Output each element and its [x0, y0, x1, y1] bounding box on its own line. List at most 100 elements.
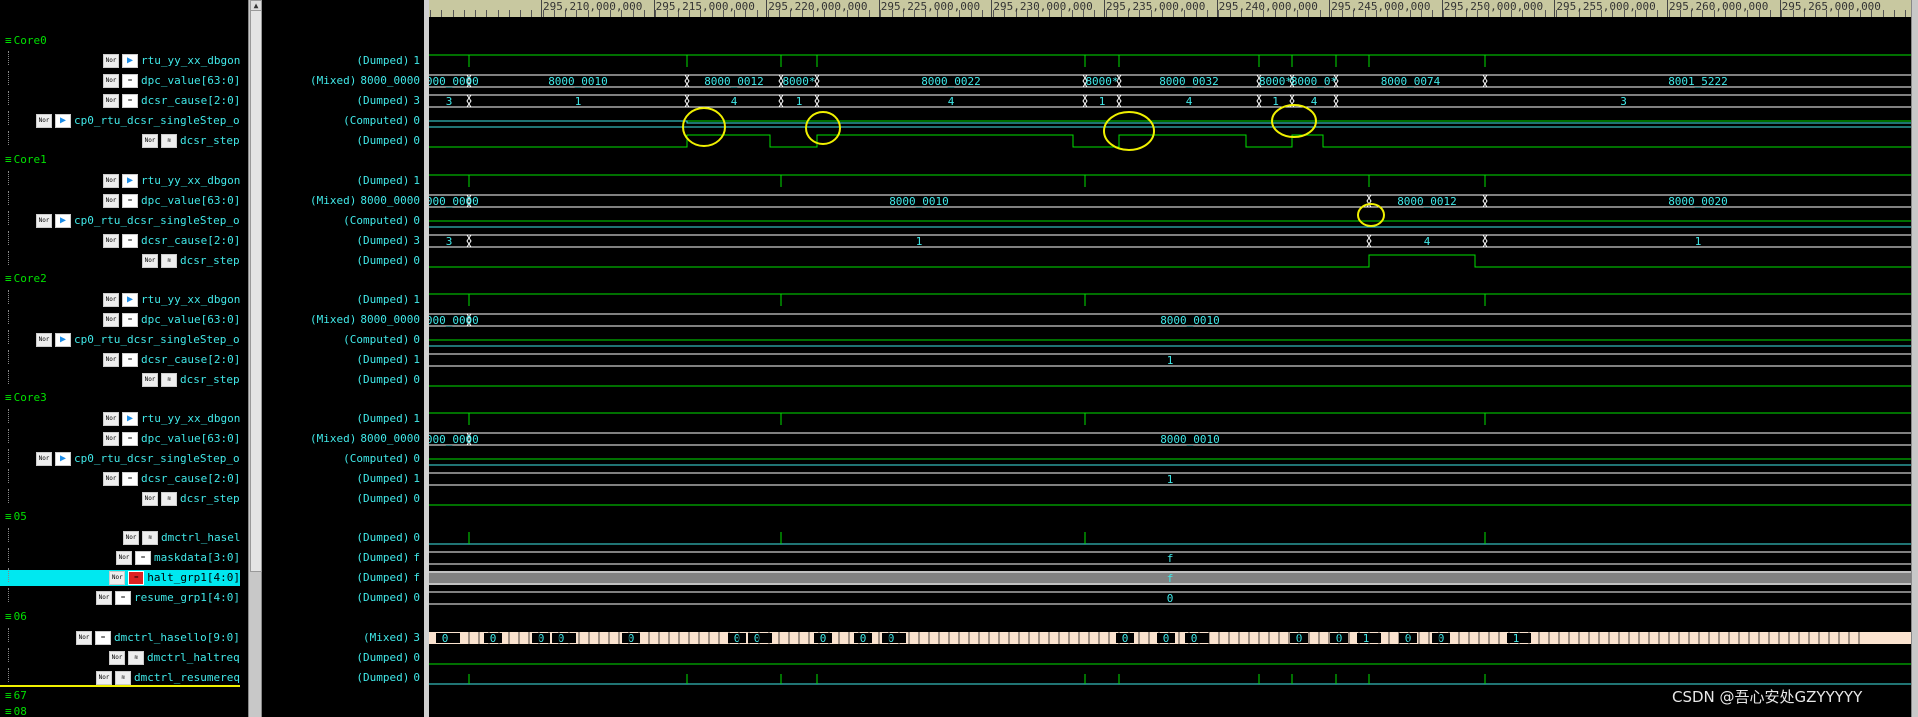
- hasello-value: 0: [1405, 632, 1412, 645]
- value-kind: (Dumped): [356, 551, 410, 564]
- bus-value-label: 1: [1695, 235, 1702, 248]
- bus-value-label: 8000_0010: [1160, 433, 1220, 446]
- bus-value-label: 8000_0000: [429, 314, 479, 327]
- signal-row-dmctrl-haltreq[interactable]: Nor ≋ dmctrl_haltreq: [109, 650, 240, 666]
- signal-row-dmctrl-hasello-9-0-[interactable]: Nor ═ dmctrl_hasello[9:0]: [76, 630, 240, 646]
- wire-signal-icon: ≋: [115, 671, 131, 685]
- waveform-canvas[interactable]: 8000_0000 8000_0010 8000_0012 8000* 8000_002…: [429, 0, 1911, 717]
- signal-row-dcsr-cause-2-0-[interactable]: Nor ═ dcsr_cause[2:0]: [103, 352, 240, 368]
- signal-row-dcsr-cause-2-0-[interactable]: Nor ═ dcsr_cause[2:0]: [103, 233, 240, 249]
- signal-type-icon: Nor: [142, 134, 158, 148]
- tree-scroll-thumb[interactable]: [250, 10, 262, 572]
- value-panel: (Dumped) 1 (Mixed) 8000_0000 (Dumped) 3 (Compu…: [265, 0, 425, 717]
- waveform-viewer: ≡ Core0 ≡ Core1 ≡ Core2 ≡ Core3 ≡ 05 ≡ 06 ≡ 67 ≡ 08 Nor ▶…: [0, 0, 1918, 717]
- bus-transition: [814, 74, 820, 88]
- tree-connector: [8, 111, 9, 125]
- hasello-value: 0: [490, 632, 497, 645]
- expand-icon[interactable]: ≡: [5, 705, 12, 717]
- signal-row-halt-grp1-4-0-[interactable]: Nor ━ halt_grp1[4:0]: [0, 570, 240, 586]
- bus-value-label: f: [1167, 552, 1174, 565]
- signal-row-dcsr-cause-2-0-[interactable]: Nor ═ dcsr_cause[2:0]: [103, 471, 240, 487]
- signal-row-maskdata-3-0-[interactable]: Nor ═ maskdata[3:0]: [116, 550, 240, 566]
- signal-row-cp0-rtu-dcsr-singlestep-o[interactable]: Nor ▶ cp0_rtu_dcsr_singleStep_o: [36, 451, 240, 467]
- group-core0[interactable]: ≡ Core0: [5, 34, 47, 48]
- wire-signal-icon: ≋: [161, 134, 177, 148]
- signal-row-resume-grp1-4-0-[interactable]: Nor ═ resume_grp1[4:0]: [96, 590, 240, 606]
- bus-value-label: 3: [1620, 95, 1627, 108]
- group-g05[interactable]: ≡ 05: [5, 510, 27, 524]
- signal-value: (Mixed) 8000_0000: [265, 73, 420, 89]
- expand-icon[interactable]: ≡: [5, 153, 12, 166]
- signal-row-cp0-rtu-dcsr-singlestep-o[interactable]: Nor ▶ cp0_rtu_dcsr_singleStep_o: [36, 113, 240, 129]
- signal-row-cp0-rtu-dcsr-singlestep-o[interactable]: Nor ▶ cp0_rtu_dcsr_singleStep_o: [36, 213, 240, 229]
- group-core1[interactable]: ≡ Core1: [5, 153, 47, 167]
- group-g07[interactable]: ≡ 67: [5, 689, 27, 703]
- signal-name: dcsr_step: [180, 254, 240, 267]
- signal-name: dmctrl_haltreq: [147, 651, 240, 664]
- signal-name: dcsr_cause[2:0]: [141, 94, 241, 107]
- bus-value-label: 8000_0020: [1668, 195, 1728, 208]
- bus-value-label: 1: [796, 95, 803, 108]
- signal-row-dcsr-cause-2-0-[interactable]: Nor ═ dcsr_cause[2:0]: [103, 93, 240, 109]
- signal-row-rtu-yy-xx-dbgon[interactable]: Nor ▶ rtu_yy_xx_dbgon: [103, 173, 240, 189]
- signal-row-dcsr-step[interactable]: Nor ≋ dcsr_step: [142, 133, 240, 149]
- bus-value-label: 8000*: [1259, 75, 1292, 88]
- signal-row-dpc-value-63-0-[interactable]: Nor ═ dpc_value[63:0]: [103, 73, 240, 89]
- signal-value: (Dumped) 1: [265, 292, 420, 308]
- value-text: 3: [413, 234, 420, 247]
- signal-row-rtu-yy-xx-dbgon[interactable]: Nor ▶ rtu_yy_xx_dbgon: [103, 411, 240, 427]
- signal-row-rtu-yy-xx-dbgon[interactable]: Nor ▶ rtu_yy_xx_dbgon: [103, 53, 240, 69]
- expand-icon[interactable]: ≡: [5, 391, 12, 404]
- group-g06[interactable]: ≡ 06: [5, 610, 27, 624]
- tree-scrollbar[interactable]: ▲: [248, 0, 262, 717]
- value-kind: (Computed): [343, 214, 410, 227]
- watermark: CSDN @吾心安处GZYYYYY: [1672, 688, 1863, 706]
- expand-icon[interactable]: ≡: [5, 272, 12, 285]
- value-text: 0: [413, 214, 420, 227]
- signal-type-icon: Nor: [116, 551, 132, 565]
- tree-connector: [8, 290, 9, 304]
- bus-value-label: 8001_5222: [1668, 75, 1728, 88]
- value-text: 3: [413, 94, 420, 107]
- value-kind: (Mixed): [310, 432, 357, 445]
- waveform-scrollbar[interactable]: [1911, 0, 1918, 717]
- value-text: f: [413, 571, 420, 584]
- signal-row-dpc-value-63-0-[interactable]: Nor ═ dpc_value[63:0]: [103, 431, 240, 447]
- waveform-panel[interactable]: 295,210,000,000 295,215,000,000 295,220,00…: [429, 0, 1911, 717]
- signal-row-dcsr-step[interactable]: Nor ≋ dcsr_step: [142, 372, 240, 388]
- expand-icon[interactable]: ≡: [5, 510, 12, 523]
- signal-type-icon: Nor: [142, 492, 158, 506]
- value-kind: (Dumped): [356, 591, 410, 604]
- bus-transition: [1366, 234, 1372, 248]
- expand-icon[interactable]: ≡: [5, 689, 12, 702]
- group-core2[interactable]: ≡ Core2: [5, 272, 47, 286]
- tree-connector: [8, 409, 9, 423]
- computed-signal-icon: ▶: [55, 333, 71, 347]
- signal-row-dpc-value-63-0-[interactable]: Nor ═ dpc_value[63:0]: [103, 312, 240, 328]
- tree-connector: [8, 350, 9, 364]
- computed-signal-icon: ▶: [55, 214, 71, 228]
- signal-value: (Computed) 0: [265, 213, 420, 229]
- value-kind: (Dumped): [356, 54, 410, 67]
- signal-row-dpc-value-63-0-[interactable]: Nor ═ dpc_value[63:0]: [103, 193, 240, 209]
- signal-row-dcsr-step[interactable]: Nor ≋ dcsr_step: [142, 491, 240, 507]
- signal-row-dcsr-step[interactable]: Nor ≋ dcsr_step: [142, 253, 240, 269]
- bus-signal-icon: ═: [122, 234, 138, 248]
- group-g08[interactable]: ≡ 08: [5, 705, 27, 717]
- signal-row-cp0-rtu-dcsr-singlestep-o[interactable]: Nor ▶ cp0_rtu_dcsr_singleStep_o: [36, 332, 240, 348]
- signal-row-dmctrl-hasel[interactable]: Nor ≋ dmctrl_hasel: [123, 530, 240, 546]
- signal-value: (Mixed) 3: [265, 630, 420, 646]
- group-core3[interactable]: ≡ Core3: [5, 391, 47, 405]
- value-kind: (Dumped): [356, 234, 410, 247]
- signal-value: (Computed) 0: [265, 113, 420, 129]
- expand-icon[interactable]: ≡: [5, 34, 12, 47]
- signal-type-icon: Nor: [103, 293, 119, 307]
- bus-transition: [1482, 74, 1488, 88]
- expand-icon[interactable]: ≡: [5, 610, 12, 623]
- signal-row-dmctrl-resumereq[interactable]: Nor ≋ dmctrl_resumereq: [96, 670, 240, 686]
- signal-row-rtu-yy-xx-dbgon[interactable]: Nor ▶ rtu_yy_xx_dbgon: [103, 292, 240, 308]
- tree-connector: [8, 548, 9, 562]
- bus-transition: [1082, 94, 1088, 108]
- value-text: f: [413, 551, 420, 564]
- value-kind: (Dumped): [356, 174, 410, 187]
